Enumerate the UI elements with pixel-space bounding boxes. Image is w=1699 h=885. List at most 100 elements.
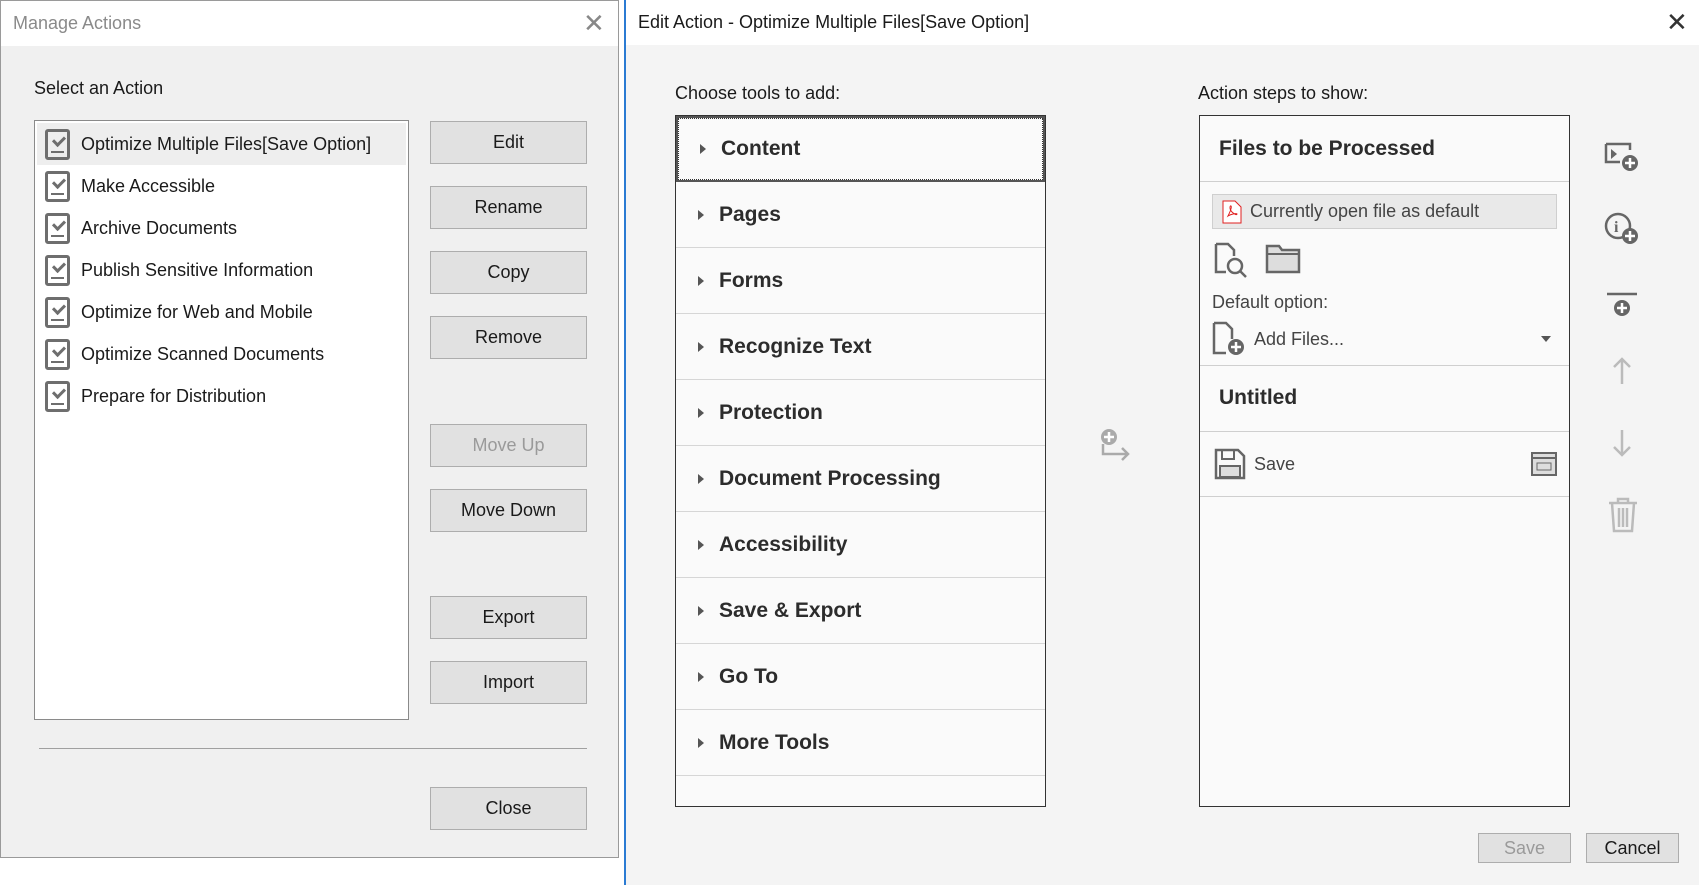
group-header[interactable]: Untitled (1219, 386, 1297, 410)
trash-icon[interactable] (1608, 497, 1638, 533)
list-item-label: Make Accessible (81, 175, 216, 196)
tool-label: Accessibility (719, 532, 848, 556)
list-item[interactable]: Publish Sensitive Information (37, 249, 406, 291)
tool-group-save-export[interactable]: Save & Export (676, 578, 1045, 644)
tool-group-pages[interactable]: Pages (676, 182, 1045, 248)
add-instruction-icon[interactable] (1604, 142, 1640, 172)
tool-group-document-processing[interactable]: Document Processing (676, 446, 1045, 512)
expand-icon (698, 605, 704, 616)
move-down-button[interactable]: Move Down (430, 489, 587, 532)
list-item[interactable]: Make Accessible (37, 165, 406, 207)
default-option-value: Add Files... (1254, 328, 1345, 349)
expand-icon (698, 737, 704, 748)
move-down-icon[interactable] (1611, 428, 1633, 458)
tool-group-more-tools[interactable]: More Tools (676, 710, 1045, 776)
select-action-label: Select an Action (34, 78, 164, 98)
chevron-down-icon (1541, 336, 1551, 342)
current-file-option[interactable]: Currently open file as default (1212, 194, 1557, 229)
manage-actions-dialog: Manage Actions ✕ Select an Action Optimi… (0, 0, 619, 858)
title-bar: Edit Action - Optimize Multiple Files[Sa… (626, 0, 1699, 45)
action-icon (45, 128, 70, 160)
divider (39, 748, 587, 749)
tool-group-accessibility[interactable]: Accessibility (676, 512, 1045, 578)
copy-button[interactable]: Copy (430, 251, 587, 294)
list-item-label: Archive Documents (81, 217, 238, 238)
steps-label: Action steps to show: (1198, 83, 1369, 103)
move-up-icon[interactable] (1611, 356, 1633, 386)
dialog-options-icon[interactable] (1531, 452, 1557, 476)
steps-panel: Files to be Processed Currently open fil… (1199, 115, 1570, 807)
tools-panel: Content Pages Forms Recognize Text Prote… (675, 115, 1046, 807)
add-to-steps-arrow-icon[interactable] (1100, 428, 1132, 462)
list-item-label: Prepare for Distribution (81, 385, 267, 406)
divider (1200, 365, 1569, 366)
add-info-icon[interactable]: i (1604, 212, 1640, 246)
close-button[interactable]: Close (430, 787, 587, 830)
action-icon (45, 170, 70, 202)
import-button[interactable]: Import (430, 661, 587, 704)
action-icon (45, 338, 70, 370)
list-item[interactable]: Optimize Multiple Files[Save Option] (37, 123, 406, 165)
find-file-icon[interactable] (1214, 242, 1250, 278)
save-icon (1214, 448, 1246, 480)
close-icon[interactable]: ✕ (1666, 9, 1688, 35)
add-files-icon (1212, 321, 1244, 355)
expand-icon (698, 407, 704, 418)
dialog-title: Manage Actions (13, 13, 142, 33)
list-item-label: Optimize for Web and Mobile (81, 301, 313, 322)
remove-button[interactable]: Remove (430, 316, 587, 359)
list-item[interactable]: Optimize Scanned Documents (37, 333, 406, 375)
step-save[interactable]: Save (1200, 432, 1569, 497)
actions-list[interactable]: Optimize Multiple Files[Save Option] Mak… (34, 120, 409, 720)
tool-label: Go To (719, 664, 779, 688)
expand-icon (698, 473, 704, 484)
move-up-button[interactable]: Move Up (430, 424, 587, 467)
close-icon[interactable]: ✕ (583, 10, 605, 36)
default-option-dropdown[interactable]: Add Files... (1212, 319, 1557, 359)
tool-label: Recognize Text (719, 334, 872, 358)
action-icon (45, 296, 70, 328)
action-icon (45, 254, 70, 286)
list-item-label: Optimize Multiple Files[Save Option] (81, 133, 372, 154)
folder-icon[interactable] (1265, 244, 1301, 274)
edit-button[interactable]: Edit (430, 121, 587, 164)
action-icon (45, 212, 70, 244)
current-file-label: Currently open file as default (1250, 201, 1480, 221)
tool-label: Pages (719, 202, 781, 226)
expand-icon (698, 275, 704, 286)
expand-icon (698, 671, 704, 682)
action-icon (45, 380, 70, 412)
pdf-icon (1222, 200, 1242, 223)
rename-button[interactable]: Rename (430, 186, 587, 229)
export-button[interactable]: Export (430, 596, 587, 639)
tool-group-recognize-text[interactable]: Recognize Text (676, 314, 1045, 380)
tool-label: Save & Export (719, 598, 862, 622)
edit-action-dialog: Edit Action - Optimize Multiple Files[Sa… (624, 0, 1699, 885)
tool-group-content[interactable]: Content (676, 116, 1045, 182)
list-item[interactable]: Optimize for Web and Mobile (37, 291, 406, 333)
files-header: Files to be Processed (1200, 116, 1569, 182)
list-item[interactable]: Prepare for Distribution (37, 375, 406, 417)
save-button[interactable]: Save (1478, 833, 1571, 863)
list-item[interactable]: Archive Documents (37, 207, 406, 249)
tool-group-go-to[interactable]: Go To (676, 644, 1045, 710)
expand-icon (698, 341, 704, 352)
tool-label: More Tools (719, 730, 830, 754)
dialog-title: Edit Action - Optimize Multiple Files[Sa… (638, 12, 1030, 32)
default-option-label: Default option: (1212, 292, 1329, 312)
expand-icon (700, 144, 706, 154)
list-item-label: Publish Sensitive Information (81, 259, 314, 280)
tools-label: Choose tools to add: (675, 83, 841, 103)
add-group-icon[interactable] (1606, 292, 1638, 320)
tool-group-forms[interactable]: Forms (676, 248, 1045, 314)
svg-text:i: i (1614, 219, 1619, 236)
tool-group-protection[interactable]: Protection (676, 380, 1045, 446)
expand-icon (698, 209, 704, 220)
tool-label: Content (721, 137, 801, 160)
tool-label: Protection (719, 400, 823, 424)
tool-label: Document Processing (719, 466, 941, 490)
expand-icon (698, 539, 704, 550)
list-item-label: Optimize Scanned Documents (81, 343, 325, 364)
cancel-button[interactable]: Cancel (1586, 833, 1679, 863)
step-label: Save (1254, 453, 1296, 474)
